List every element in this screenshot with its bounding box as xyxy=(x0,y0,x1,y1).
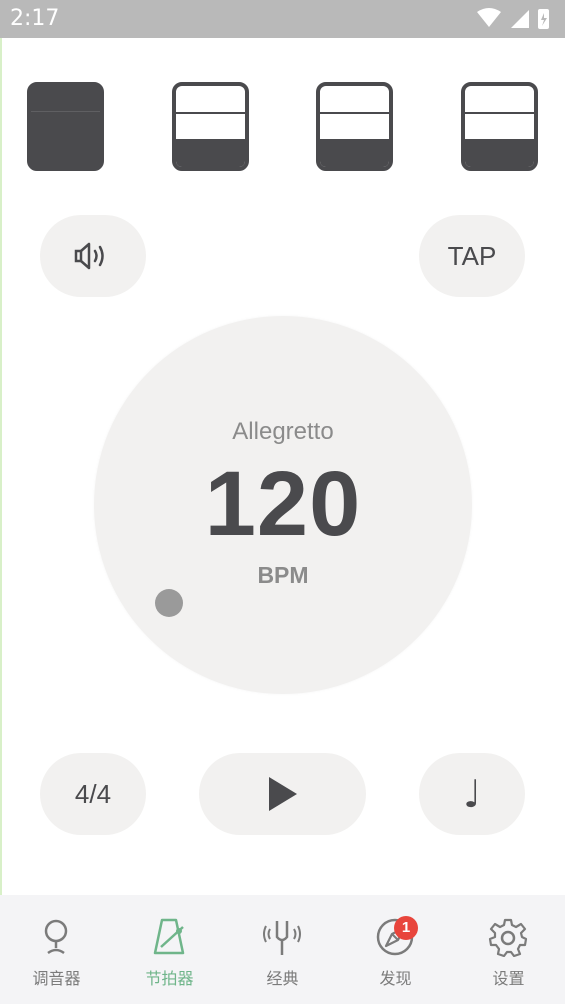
tempo-name: Allegretto xyxy=(232,418,334,445)
signal-icon xyxy=(511,10,529,28)
tuner-pin-icon xyxy=(44,919,68,955)
tab-metronome[interactable]: 节拍器 xyxy=(113,895,226,1004)
beat-3[interactable] xyxy=(316,82,393,171)
status-icons xyxy=(477,8,549,29)
tab-label: 经典 xyxy=(266,969,299,988)
tuning-fork-icon xyxy=(263,921,301,955)
tap-button[interactable]: TAP xyxy=(419,215,525,297)
tab-label: 调音器 xyxy=(32,969,81,988)
play-button[interactable] xyxy=(199,753,366,835)
time-signature-button[interactable]: 4/4 xyxy=(40,753,146,835)
sound-button[interactable] xyxy=(40,215,146,297)
subdivision-button[interactable]: ♩ xyxy=(419,753,525,835)
left-edge xyxy=(0,38,2,1004)
bpm-unit: BPM xyxy=(257,562,309,588)
beat-2[interactable] xyxy=(172,82,249,171)
tab-label: 节拍器 xyxy=(145,969,194,988)
wifi-icon xyxy=(477,8,501,27)
metronome-icon xyxy=(153,918,185,955)
status-time: 2:17 xyxy=(10,6,60,31)
gear-icon xyxy=(488,918,528,957)
dial-knob[interactable] xyxy=(155,589,183,617)
play-icon xyxy=(268,777,297,811)
tab-classic[interactable]: 经典 xyxy=(226,895,339,1004)
tab-tuner[interactable]: 调音器 xyxy=(0,895,113,1004)
bpm-value: 120 xyxy=(204,453,362,555)
tab-label: 发现 xyxy=(379,969,412,988)
beat-4[interactable] xyxy=(461,82,538,171)
tab-bar: 调音器 节拍器 经典 发现 设置 xyxy=(0,895,565,1004)
discover-badge: 1 xyxy=(394,916,418,940)
tab-label: 设置 xyxy=(492,969,525,988)
status-bar: 2:17 xyxy=(0,0,565,38)
tab-discover[interactable]: 发现 xyxy=(339,895,452,1004)
beat-1-accent[interactable] xyxy=(27,82,104,171)
quarter-note-icon: ♩ xyxy=(463,772,481,816)
tab-settings[interactable]: 设置 xyxy=(452,895,565,1004)
tempo-dial[interactable]: Allegretto 120 BPM xyxy=(94,316,472,694)
speaker-icon xyxy=(74,242,104,270)
